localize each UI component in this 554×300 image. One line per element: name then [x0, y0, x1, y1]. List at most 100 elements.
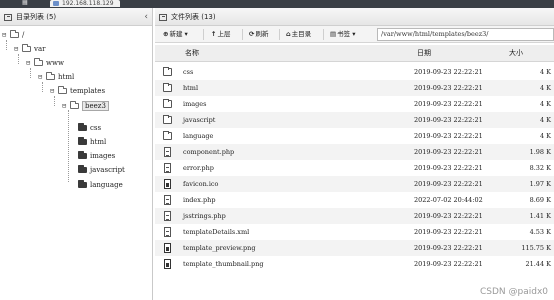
file-date: 2019-09-23 22:22:21 — [414, 212, 483, 220]
directory-panel-header: 目录列表 (5) ‹ — [0, 8, 152, 26]
folder-icon — [163, 67, 172, 76]
file-icon — [164, 147, 171, 157]
toolbar-divider — [323, 29, 324, 40]
folder-icon — [78, 180, 87, 188]
toolbar: ⊕新建 ▾ ↑上层 ⟳刷新 ⌂主目录 ▤书签 ▾ /var/www/html/t… — [155, 26, 554, 43]
file-row[interactable]: error.php 2019-09-23 22:22:21 8.32 K — [155, 160, 554, 176]
directory-panel-title: 目录列表 — [16, 13, 44, 21]
folder-icon — [78, 137, 87, 145]
file-date: 2019-09-23 22:22:21 — [414, 260, 483, 268]
file-row[interactable]: template_preview.png 2019-09-23 22:22:21 1… — [155, 240, 554, 256]
file-date: 2019-09-23 22:22:21 — [414, 132, 483, 140]
file-name: favicon.ico — [183, 180, 219, 188]
tree-item-label: var — [34, 45, 46, 53]
new-button[interactable]: ⊕新建 ▾ — [161, 27, 188, 42]
file-size: 4.53 K — [529, 228, 551, 236]
file-row[interactable]: templateDetails.xml 2019-09-23 22:22:21 4.… — [155, 224, 554, 240]
file-panel-title: 文件列表 — [171, 13, 199, 21]
folder-icon — [163, 131, 172, 140]
up-button-label: 上层 — [217, 30, 231, 38]
tree-item-root[interactable]: ⊟ / — [2, 28, 24, 42]
grid-icon[interactable]: ▦ — [22, 0, 32, 6]
host-tab-label: 192.168.118.129 — [62, 0, 114, 7]
tree-item-var[interactable]: ⊟ var — [14, 42, 45, 56]
toolbar-divider — [242, 29, 243, 40]
file-name: css — [183, 68, 194, 76]
home-button[interactable]: ⌂主目录 — [284, 27, 311, 42]
file-name: templateDetails.xml — [183, 228, 250, 236]
file-icon — [164, 227, 171, 237]
tree-item-beez3[interactable]: ⊟ beez3 — [62, 99, 109, 113]
chevron-down-icon: ▾ — [352, 30, 356, 38]
file-icon — [164, 163, 171, 173]
file-date: 2019-09-23 22:22:21 — [414, 68, 483, 76]
file-row[interactable]: component.php 2019-09-23 22:22:21 1.98 K — [155, 144, 554, 160]
tree-item-templates[interactable]: ⊟ templates — [50, 84, 105, 98]
tree-item-label: / — [22, 31, 25, 39]
file-row[interactable]: html 2019-09-23 22:22:21 4 K — [155, 80, 554, 96]
watermark: CSDN @paidx0 — [479, 287, 548, 297]
file-date: 2022-07-02 20:44:02 — [414, 196, 483, 204]
file-size: 4 K — [539, 100, 551, 108]
home-icon: ⌂ — [286, 30, 291, 38]
collapse-panel-button[interactable]: ‹ — [144, 8, 148, 26]
file-row[interactable]: favicon.ico 2019-09-23 22:22:21 1.97 K — [155, 176, 554, 192]
file-date: 2019-09-23 22:22:21 — [414, 100, 483, 108]
file-size: 4 K — [539, 116, 551, 124]
file-size: 115.75 K — [521, 244, 551, 252]
plus-circle-icon: ⊕ — [163, 30, 169, 38]
file-count: (13) — [201, 13, 216, 21]
file-row[interactable]: jsstrings.php 2019-09-23 22:22:21 1.41 K — [155, 208, 554, 224]
file-row[interactable]: javascript 2019-09-23 22:22:21 4 K — [155, 112, 554, 128]
tree-item-javascript[interactable]: javascript — [76, 163, 125, 177]
host-tab[interactable]: 192.168.118.129 — [50, 0, 120, 7]
tree-item-www[interactable]: ⊟ www — [26, 56, 64, 70]
up-button[interactable]: ↑上层 — [209, 27, 230, 42]
image-file-icon — [164, 243, 171, 253]
new-button-label: 新建 — [169, 30, 183, 38]
file-size: 1.98 K — [529, 148, 551, 156]
file-table-header: 名称 日期 大小 — [155, 45, 554, 62]
file-name: component.php — [183, 148, 235, 156]
folder-icon — [58, 86, 67, 94]
tree-item-label: images — [90, 152, 116, 160]
folder-icon — [46, 72, 55, 80]
column-name[interactable]: 名称 — [185, 45, 199, 62]
collapse-toggle-icon[interactable]: ⊟ — [38, 70, 44, 84]
file-date: 2019-09-23 22:22:21 — [414, 180, 483, 188]
tree-item-language[interactable]: language — [76, 178, 123, 192]
chevron-down-icon: ▾ — [184, 30, 188, 38]
file-row[interactable]: css 2019-09-23 22:22:21 4 K — [155, 64, 554, 80]
tree-item-label: templates — [70, 87, 106, 95]
collapse-toggle-icon[interactable]: ⊟ — [26, 56, 32, 70]
bookmark-icon: ▤ — [330, 30, 337, 38]
collapse-toggle-icon[interactable]: ⊟ — [50, 84, 56, 98]
file-name: error.php — [183, 164, 214, 172]
collapse-toggle-icon[interactable]: ⊟ — [2, 28, 8, 42]
file-size: 8.32 K — [529, 164, 551, 172]
collapse-toggle-icon[interactable]: ⊟ — [62, 99, 68, 113]
file-name: javascript — [183, 116, 216, 124]
tree-item-label: html — [90, 138, 107, 146]
column-date[interactable]: 日期 — [417, 45, 431, 62]
tree-item-html-sub[interactable]: html — [76, 135, 106, 149]
folder-icon — [163, 99, 172, 108]
column-size[interactable]: 大小 — [509, 45, 523, 62]
file-row[interactable]: images 2019-09-23 22:22:21 4 K — [155, 96, 554, 112]
collapse-toggle-icon[interactable]: ⊟ — [14, 42, 20, 56]
tree-item-css[interactable]: css — [76, 121, 101, 135]
folder-icon — [10, 30, 19, 38]
file-row[interactable]: template_thumbnail.png 2019-09-23 22:22:2… — [155, 256, 554, 272]
file-row[interactable]: index.php 2022-07-02 20:44:02 8.69 K — [155, 192, 554, 208]
refresh-button[interactable]: ⟳刷新 — [247, 27, 268, 42]
tree-item-label: beez3 — [82, 101, 109, 111]
file-size: 1.97 K — [529, 180, 551, 188]
file-size: 4 K — [539, 68, 551, 76]
file-row[interactable]: language 2019-09-23 22:22:21 4 K — [155, 128, 554, 144]
directory-count: (5) — [46, 13, 57, 21]
path-input[interactable]: /var/www/html/templates/beez3/ — [377, 28, 554, 41]
tree-item-images[interactable]: images — [76, 149, 115, 163]
tree-item-html[interactable]: ⊟ html — [38, 70, 74, 84]
tree-item-label: html — [58, 73, 75, 81]
bookmark-button[interactable]: ▤书签 ▾ — [328, 27, 356, 42]
